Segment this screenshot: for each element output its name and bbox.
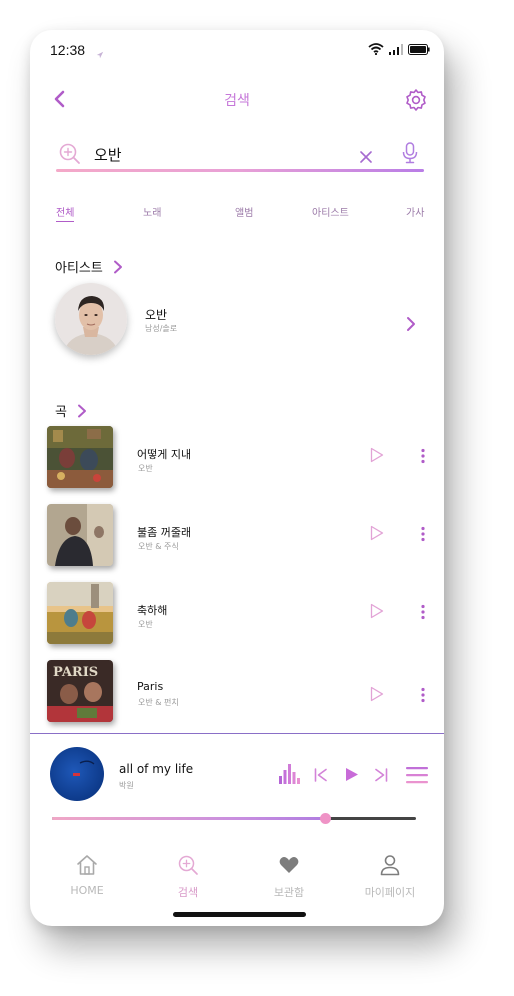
nav-search[interactable]: 검색 [138, 854, 238, 900]
play-icon [370, 686, 384, 702]
artist-name[interactable]: 오반 [145, 306, 167, 323]
song-row[interactable]: 불좀 꺼줄래 오반 & 주식 [30, 504, 444, 568]
song-title: 축하해 [137, 604, 168, 617]
skip-next-icon [375, 768, 388, 782]
song-title: 어떻게 지내 [137, 448, 192, 461]
song-section-title: 곡 [55, 405, 67, 420]
more-vertical-icon [421, 687, 425, 703]
play-icon [346, 768, 358, 781]
signal-icon [389, 43, 403, 55]
artist-type: 남성/솔로 [145, 324, 178, 333]
play-icon [370, 603, 384, 619]
artist-detail-button[interactable] [406, 316, 416, 336]
search-underline [56, 169, 424, 172]
location-icon [96, 44, 104, 63]
more-options-button[interactable] [420, 604, 426, 624]
nav-home[interactable]: HOME [37, 854, 137, 897]
play-icon [370, 525, 384, 541]
nav-mypage[interactable]: 마이페이지 [340, 854, 440, 900]
page-title: 검색 [224, 93, 250, 109]
home-icon [77, 855, 97, 875]
album-cover [47, 426, 113, 488]
more-vertical-icon [421, 604, 425, 620]
search-input[interactable]: 오반 [94, 144, 122, 165]
more-vertical-icon [421, 448, 425, 464]
svg-text:PARIS: PARIS [53, 665, 98, 680]
nav-mypage-label: 마이페이지 [364, 886, 416, 899]
song-artist: 오반 [138, 464, 153, 473]
wifi-icon [368, 43, 384, 55]
gear-icon [406, 89, 426, 111]
skip-previous-icon [314, 768, 327, 782]
more-vertical-icon [421, 526, 425, 542]
artist-section-header[interactable]: 아티스트 [55, 257, 123, 276]
divider [30, 733, 444, 734]
play-song-button[interactable] [370, 447, 384, 467]
menu-icon [406, 767, 428, 784]
user-icon [380, 855, 400, 876]
equalizer-button[interactable] [279, 764, 301, 788]
song-row[interactable]: PARIS Paris 오반 & 펀치 [30, 660, 444, 724]
now-playing-title: all of my life [119, 762, 194, 776]
song-row[interactable]: 어떻게 지내 오반 [30, 426, 444, 490]
phone-screen: 12:38 검색 오반 전체 노래 앨범 아티스트 가사 아티스트 오반 남성/… [30, 30, 444, 926]
album-cover: PARIS [47, 660, 113, 722]
play-song-button[interactable] [370, 603, 384, 623]
chevron-right-icon [77, 404, 86, 417]
artist-section-title: 아티스트 [55, 261, 103, 276]
playlist-button[interactable] [406, 766, 428, 788]
nav-search-label: 검색 [177, 886, 199, 899]
chevron-right-icon [113, 260, 122, 273]
now-playing-artist: 박원 [119, 781, 134, 790]
song-title: 불좀 꺼줄래 [137, 526, 192, 539]
now-playing-cover[interactable] [50, 747, 104, 801]
category-tabs: 전체 노래 앨범 아티스트 가사 [30, 204, 444, 226]
search-icon [178, 855, 198, 875]
album-cover [47, 582, 113, 644]
tab-songs[interactable]: 노래 [143, 204, 161, 219]
previous-button[interactable] [314, 767, 328, 786]
battery-icon [408, 43, 430, 55]
song-section-header[interactable]: 곡 [55, 401, 87, 420]
tab-artists[interactable]: 아티스트 [312, 204, 349, 219]
clear-search-button[interactable] [360, 148, 372, 167]
song-artist: 오반 [138, 620, 153, 629]
song-artist: 오반 & 펀치 [138, 698, 179, 707]
equalizer-icon [279, 764, 300, 784]
home-indicator [173, 912, 306, 917]
status-icons [368, 43, 430, 55]
settings-button[interactable] [404, 88, 428, 116]
play-button[interactable] [345, 767, 359, 786]
nav-library[interactable]: 보관함 [239, 854, 339, 900]
play-icon [370, 447, 384, 463]
song-row[interactable]: 축하해 오반 [30, 582, 444, 646]
heart-icon [279, 857, 299, 873]
more-options-button[interactable] [420, 687, 426, 707]
next-button[interactable] [374, 767, 388, 786]
play-song-button[interactable] [370, 686, 384, 706]
nav-home-label: HOME [70, 884, 104, 897]
close-icon [360, 151, 372, 163]
song-artist: 오반 & 주식 [138, 542, 179, 551]
search-icon [58, 142, 82, 170]
artist-avatar[interactable] [55, 283, 127, 355]
play-song-button[interactable] [370, 525, 384, 545]
more-options-button[interactable] [420, 448, 426, 468]
more-options-button[interactable] [420, 526, 426, 546]
progress-fill [52, 817, 325, 820]
tab-lyrics[interactable]: 가사 [406, 204, 424, 219]
album-cover [47, 504, 113, 566]
nav-library-label: 보관함 [273, 886, 305, 899]
chevron-right-icon [407, 317, 415, 331]
song-title: Paris [137, 680, 164, 693]
tab-albums[interactable]: 앨범 [235, 204, 253, 219]
voice-search-button[interactable] [402, 142, 418, 168]
status-time: 12:38 [50, 42, 86, 58]
microphone-icon [402, 142, 418, 164]
tab-all[interactable]: 전체 [56, 204, 75, 222]
progress-handle[interactable] [320, 813, 331, 824]
